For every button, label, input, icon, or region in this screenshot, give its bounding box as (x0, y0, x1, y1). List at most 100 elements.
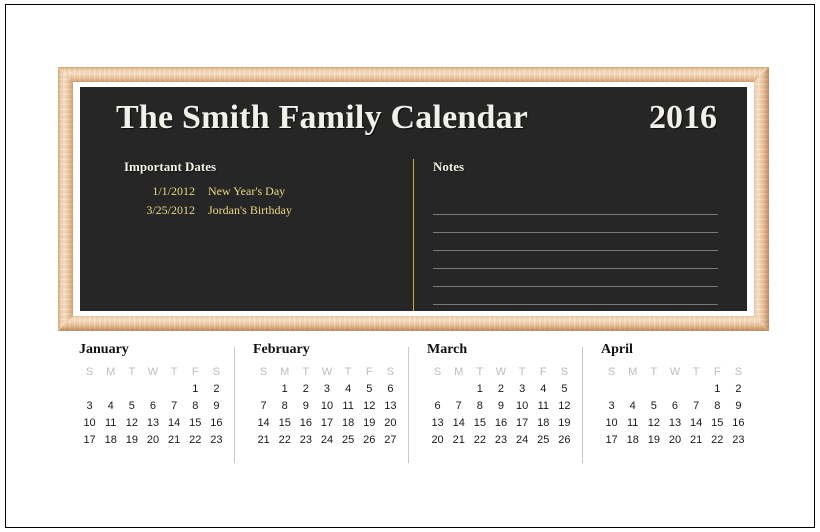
day-cell[interactable]: 12 (359, 397, 380, 414)
day-cell[interactable]: 2 (295, 380, 316, 397)
day-cell[interactable]: 9 (295, 397, 316, 414)
day-cell[interactable]: 15 (469, 414, 490, 431)
day-cell[interactable]: 21 (253, 431, 274, 448)
day-cell[interactable]: 4 (338, 380, 359, 397)
day-cell[interactable]: 25 (533, 431, 554, 448)
day-cell[interactable]: 12 (121, 414, 142, 431)
day-cell[interactable]: 26 (554, 431, 575, 448)
day-cell[interactable]: 5 (643, 397, 664, 414)
note-line[interactable] (433, 305, 718, 311)
day-cell[interactable]: 11 (622, 414, 643, 431)
day-cell[interactable]: 12 (643, 414, 664, 431)
day-cell[interactable]: 21 (164, 431, 185, 448)
day-cell[interactable]: 8 (274, 397, 295, 414)
day-cell[interactable]: 23 (490, 431, 511, 448)
day-cell[interactable]: 5 (554, 380, 575, 397)
day-cell[interactable]: 1 (185, 380, 206, 397)
day-cell[interactable]: 14 (164, 414, 185, 431)
day-cell[interactable]: 11 (338, 397, 359, 414)
day-cell[interactable]: 6 (380, 380, 401, 397)
day-cell[interactable]: 7 (448, 397, 469, 414)
day-cell[interactable]: 22 (469, 431, 490, 448)
day-cell[interactable]: 16 (206, 414, 227, 431)
day-cell[interactable]: 1 (274, 380, 295, 397)
day-cell[interactable]: 8 (469, 397, 490, 414)
day-cell[interactable]: 21 (686, 431, 707, 448)
day-cell[interactable]: 3 (79, 397, 100, 414)
day-cell[interactable]: 17 (79, 431, 100, 448)
day-cell[interactable]: 9 (206, 397, 227, 414)
day-cell[interactable]: 10 (512, 397, 533, 414)
day-cell[interactable]: 2 (206, 380, 227, 397)
day-cell[interactable]: 20 (380, 414, 401, 431)
day-cell[interactable]: 13 (664, 414, 685, 431)
day-cell[interactable]: 10 (601, 414, 622, 431)
day-cell[interactable]: 23 (728, 431, 749, 448)
day-cell[interactable]: 19 (359, 414, 380, 431)
note-line[interactable] (433, 287, 718, 305)
day-cell[interactable]: 4 (533, 380, 554, 397)
day-cell[interactable]: 2 (728, 380, 749, 397)
day-cell[interactable]: 22 (185, 431, 206, 448)
day-cell[interactable]: 8 (185, 397, 206, 414)
day-cell[interactable]: 24 (512, 431, 533, 448)
note-line[interactable] (433, 251, 718, 269)
day-cell[interactable]: 17 (316, 414, 337, 431)
day-cell[interactable]: 21 (448, 431, 469, 448)
day-cell[interactable]: 3 (316, 380, 337, 397)
day-cell[interactable]: 6 (142, 397, 163, 414)
day-cell[interactable]: 18 (533, 414, 554, 431)
day-cell[interactable]: 10 (79, 414, 100, 431)
day-cell[interactable]: 25 (338, 431, 359, 448)
day-cell[interactable]: 13 (142, 414, 163, 431)
day-cell[interactable]: 4 (622, 397, 643, 414)
notes-lines[interactable] (433, 197, 718, 311)
note-line[interactable] (433, 215, 718, 233)
day-cell[interactable]: 15 (707, 414, 728, 431)
day-cell[interactable]: 18 (100, 431, 121, 448)
day-cell[interactable]: 5 (121, 397, 142, 414)
day-cell[interactable]: 22 (707, 431, 728, 448)
day-cell[interactable]: 24 (316, 431, 337, 448)
day-cell[interactable]: 14 (253, 414, 274, 431)
note-line[interactable] (433, 197, 718, 215)
day-cell[interactable]: 6 (427, 397, 448, 414)
day-cell[interactable]: 20 (427, 431, 448, 448)
day-cell[interactable]: 16 (728, 414, 749, 431)
day-cell[interactable]: 4 (100, 397, 121, 414)
day-cell[interactable]: 23 (295, 431, 316, 448)
day-cell[interactable]: 17 (512, 414, 533, 431)
day-cell[interactable]: 18 (622, 431, 643, 448)
day-cell[interactable]: 22 (274, 431, 295, 448)
day-cell[interactable]: 5 (359, 380, 380, 397)
day-cell[interactable]: 12 (554, 397, 575, 414)
day-cell[interactable]: 3 (601, 397, 622, 414)
day-cell[interactable]: 23 (206, 431, 227, 448)
note-line[interactable] (433, 269, 718, 287)
day-cell[interactable]: 13 (427, 414, 448, 431)
day-cell[interactable]: 10 (316, 397, 337, 414)
day-cell[interactable]: 19 (554, 414, 575, 431)
day-cell[interactable]: 7 (164, 397, 185, 414)
day-cell[interactable]: 8 (707, 397, 728, 414)
day-cell[interactable]: 15 (185, 414, 206, 431)
day-cell[interactable]: 9 (490, 397, 511, 414)
day-cell[interactable]: 1 (469, 380, 490, 397)
day-cell[interactable]: 20 (142, 431, 163, 448)
day-cell[interactable]: 3 (512, 380, 533, 397)
day-cell[interactable]: 17 (601, 431, 622, 448)
day-cell[interactable]: 20 (664, 431, 685, 448)
day-cell[interactable]: 7 (686, 397, 707, 414)
day-cell[interactable]: 16 (295, 414, 316, 431)
day-cell[interactable]: 11 (100, 414, 121, 431)
day-cell[interactable]: 15 (274, 414, 295, 431)
day-cell[interactable]: 6 (664, 397, 685, 414)
day-cell[interactable]: 13 (380, 397, 401, 414)
day-cell[interactable]: 14 (686, 414, 707, 431)
day-cell[interactable]: 1 (707, 380, 728, 397)
day-cell[interactable]: 7 (253, 397, 274, 414)
day-cell[interactable]: 19 (643, 431, 664, 448)
day-cell[interactable]: 18 (338, 414, 359, 431)
day-cell[interactable]: 26 (359, 431, 380, 448)
day-cell[interactable]: 16 (490, 414, 511, 431)
